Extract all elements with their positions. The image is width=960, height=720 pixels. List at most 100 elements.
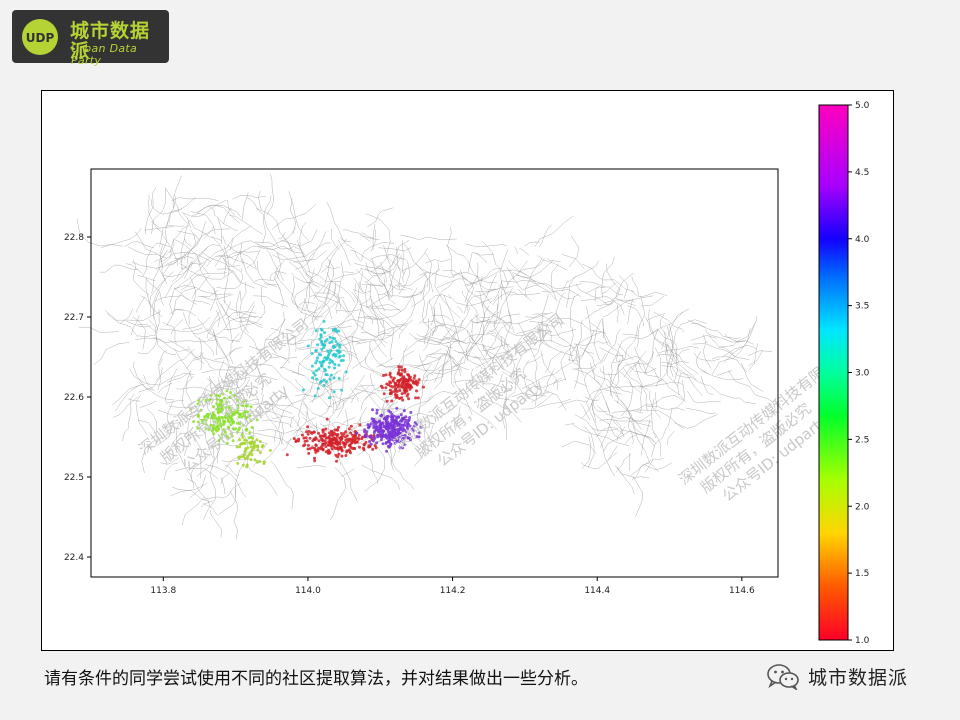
data-point — [329, 349, 333, 353]
data-point — [307, 451, 311, 455]
data-point — [381, 442, 385, 446]
data-point — [357, 433, 361, 437]
watermark: 深圳数派互动传媒科技有限公司版权所有，盗版必究公众号ID: udparty — [135, 315, 312, 475]
data-point — [333, 366, 337, 370]
data-point — [307, 429, 311, 433]
data-point — [414, 396, 418, 400]
y-tick-label: 22.4 — [64, 553, 84, 563]
data-point — [255, 438, 259, 442]
data-point — [358, 445, 361, 449]
data-point — [317, 353, 321, 356]
data-point — [301, 388, 305, 392]
data-point — [372, 417, 376, 421]
data-point — [367, 445, 371, 449]
data-point — [393, 384, 397, 388]
data-point — [375, 441, 379, 445]
data-point — [351, 433, 355, 437]
data-point — [322, 319, 326, 323]
data-point — [364, 440, 368, 444]
data-point — [344, 370, 348, 374]
data-point — [303, 443, 307, 447]
data-point — [256, 448, 260, 452]
data-point — [366, 423, 370, 427]
data-point — [399, 365, 403, 369]
data-point — [331, 434, 335, 437]
data-point — [360, 437, 364, 441]
data-point — [258, 440, 262, 443]
data-point — [330, 359, 334, 363]
data-point — [316, 343, 320, 347]
data-point — [391, 378, 395, 382]
data-point — [409, 384, 413, 388]
data-point — [313, 373, 317, 377]
data-point — [373, 444, 377, 448]
data-point — [328, 431, 331, 435]
data-point — [242, 455, 245, 458]
data-point — [417, 378, 421, 382]
data-point — [349, 424, 353, 428]
data-point — [253, 440, 257, 444]
data-point — [306, 344, 310, 348]
data-point — [397, 368, 401, 372]
footer-brand: 城市数据派 — [766, 662, 908, 690]
data-point — [315, 369, 318, 373]
data-point — [357, 437, 361, 441]
data-point — [389, 430, 393, 434]
data-point — [366, 426, 370, 430]
data-point — [384, 422, 388, 426]
data-point — [308, 436, 312, 440]
data-point — [345, 450, 349, 454]
data-point — [268, 449, 272, 452]
data-point — [243, 450, 247, 453]
data-point — [245, 465, 249, 469]
cluster-2 — [235, 431, 272, 469]
data-point — [375, 411, 379, 415]
brand-logo: UDP 城市数据派 Urban Data Party — [12, 10, 169, 67]
data-point — [382, 374, 386, 377]
x-axis: 113.8 114.0 114.2 114.4 114.6 — [150, 577, 755, 596]
y-tick-label: 22.7 — [64, 313, 84, 323]
data-point — [401, 381, 405, 385]
data-point — [332, 445, 336, 449]
chart-frame: 深圳数派互动传媒科技有限公司 版权所有，盗版必究 公众号ID: udparty 深圳数… — [41, 90, 894, 651]
data-point — [326, 451, 330, 455]
data-point — [340, 454, 344, 458]
colorbar-tick-label: 4.0 — [855, 235, 870, 245]
data-point — [261, 444, 265, 447]
data-point — [380, 413, 384, 417]
data-point — [327, 435, 331, 439]
data-point — [335, 446, 339, 450]
data-point — [369, 442, 373, 446]
data-point — [313, 394, 317, 398]
wechat-icon — [767, 664, 799, 690]
data-point — [335, 349, 339, 353]
data-point — [323, 442, 327, 446]
colorbar-tick-label: 1.0 — [855, 636, 870, 646]
data-point — [397, 381, 401, 385]
data-point — [341, 358, 345, 362]
data-point — [385, 399, 389, 403]
data-point — [399, 377, 403, 381]
data-point — [405, 384, 409, 388]
colorbar-tick-label: 5.0 — [855, 101, 870, 111]
data-point — [405, 394, 409, 398]
data-point — [306, 447, 310, 451]
data-point — [379, 438, 383, 442]
data-point — [399, 425, 402, 429]
data-point — [335, 459, 338, 463]
data-point — [312, 430, 316, 434]
data-point — [412, 376, 416, 380]
data-point — [323, 369, 327, 373]
data-point — [404, 415, 408, 419]
data-point — [414, 382, 418, 385]
data-point — [398, 389, 402, 392]
data-point — [334, 441, 338, 445]
data-point — [314, 437, 318, 441]
data-point — [325, 380, 329, 384]
x-tick-label: 113.8 — [150, 586, 176, 596]
data-point — [407, 397, 411, 401]
data-point — [304, 436, 308, 440]
data-point — [337, 363, 341, 367]
data-point — [373, 429, 377, 433]
data-point — [306, 432, 310, 436]
